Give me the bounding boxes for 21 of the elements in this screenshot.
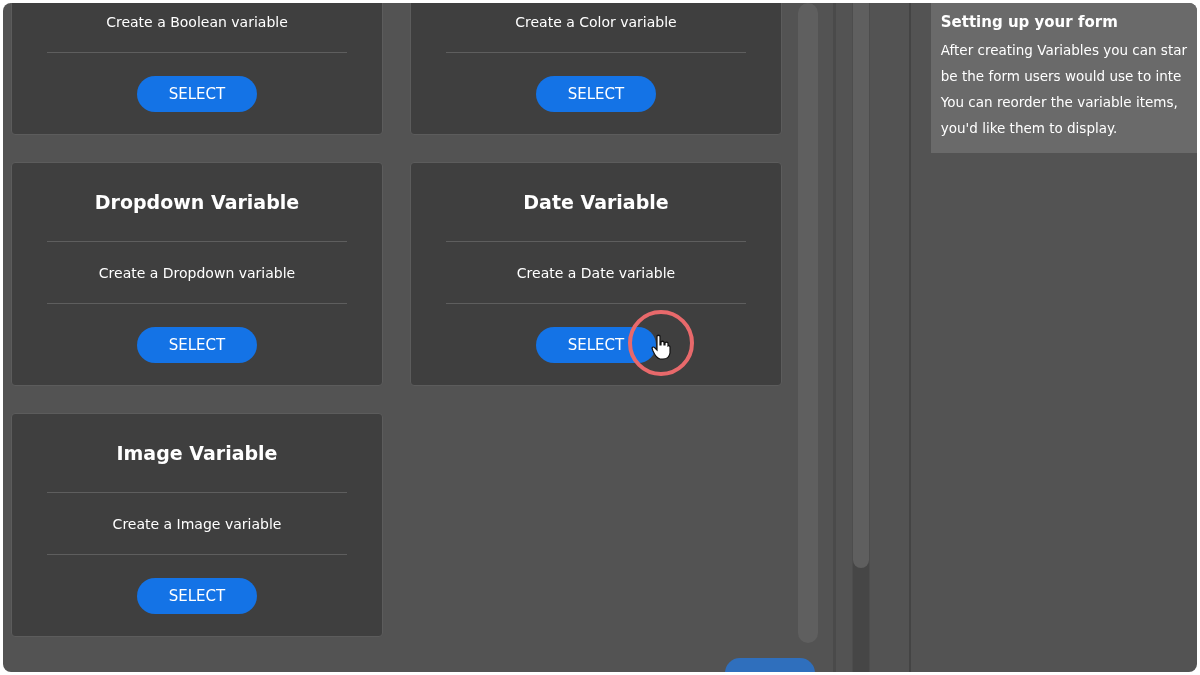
select-button[interactable]: SELECT <box>536 326 656 363</box>
tip-text: be the form users would use to inte <box>940 67 1183 86</box>
hand-cursor-icon <box>651 334 671 360</box>
card-description: Create a Boolean variable <box>106 13 288 30</box>
card-title: Dropdown Variable <box>94 191 300 213</box>
card-description: Create a Color variable <box>515 13 677 30</box>
card-description: Create a Image variable <box>112 515 282 532</box>
tip-text: you'd like them to display. <box>940 119 1119 138</box>
scrollbar-thumb[interactable] <box>798 3 818 643</box>
select-button[interactable]: SELECT <box>137 577 257 614</box>
select-button[interactable]: SELECT <box>137 75 257 112</box>
tip-title: Setting up your form <box>940 13 1119 31</box>
scrollbar-thumb[interactable] <box>853 3 869 568</box>
tip-text: After creating Variables you can star <box>940 41 1187 60</box>
select-button[interactable]: SELECT <box>137 326 257 363</box>
card-title: Image Variable <box>116 442 278 464</box>
card-description: Create a Dropdown variable <box>98 264 296 281</box>
tip-text: You can reorder the variable items, <box>940 93 1179 112</box>
select-button[interactable]: SELECT <box>536 75 656 112</box>
card-title: Date Variable <box>523 191 669 213</box>
card-description: Create a Date variable <box>516 264 676 281</box>
